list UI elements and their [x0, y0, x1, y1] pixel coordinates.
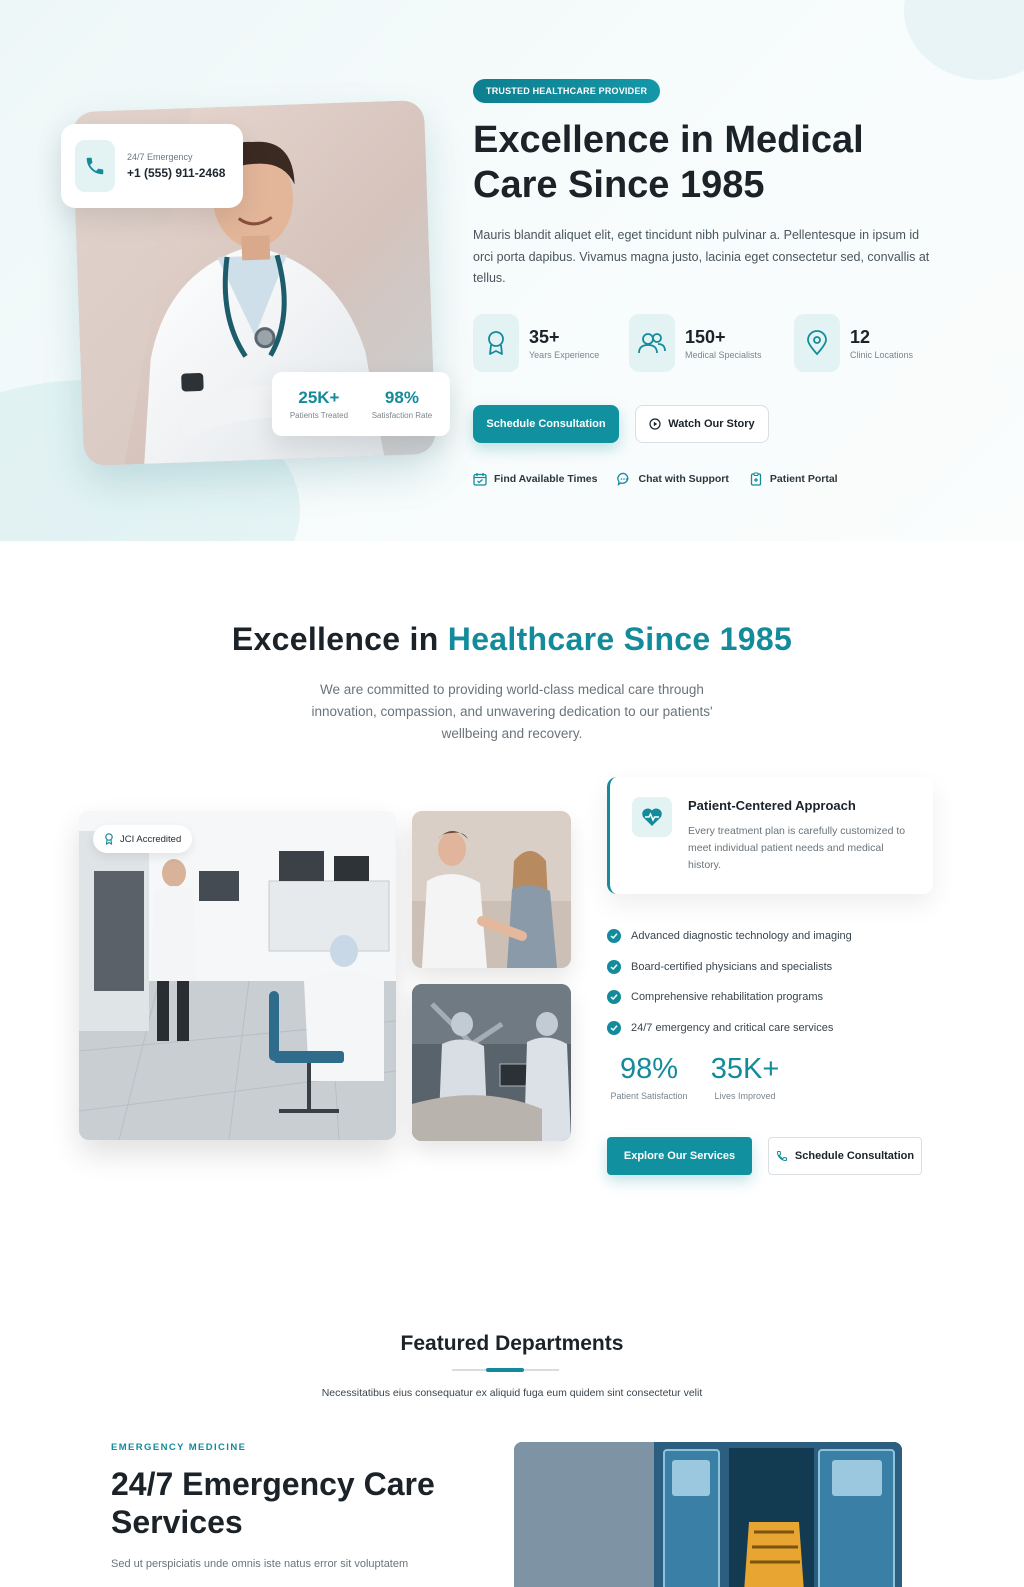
- stat-value: 98%: [619, 1053, 679, 1085]
- users-icon: [629, 314, 675, 372]
- stat-value: 12: [850, 326, 871, 347]
- list-item-label: Advanced diagnostic technology and imagi…: [631, 930, 852, 943]
- about-description: We are committed to providing world-clas…: [311, 682, 713, 741]
- check-icon: [607, 990, 621, 1005]
- award-icon: [105, 833, 113, 845]
- hero-stats-card: 25K+ Patients Treated 98% Satisfaction R…: [272, 372, 450, 436]
- link-label: Patient Portal: [769, 473, 838, 485]
- laboratory-photo: [79, 811, 396, 1140]
- play-circle-icon: [649, 418, 661, 430]
- heart-pulse-icon: [632, 797, 672, 837]
- stat-label: Clinic Locations: [850, 349, 914, 360]
- watch-our-story-button[interactable]: Watch Our Story: [635, 405, 769, 443]
- stat-value: 98%: [384, 388, 419, 407]
- feature-checklist: Advanced diagnostic technology and imagi…: [607, 921, 937, 1043]
- emergency-label: 24/7 Emergency: [127, 152, 193, 162]
- badge-label: JCI Accredited: [120, 833, 182, 845]
- stat-label: Patient Satisfaction: [610, 1091, 688, 1101]
- satisfaction-rate-stat: 98% Satisfaction Rate: [372, 388, 432, 420]
- emergency-phone-number[interactable]: +1 (555) 911-2468: [127, 166, 225, 180]
- stat-value: 25K+: [298, 388, 340, 407]
- ambulance-photo: [514, 1442, 902, 1587]
- jci-accredited-badge: JCI Accredited: [93, 825, 193, 853]
- lives-improved-stat: 35K+ Lives Improved: [708, 1053, 782, 1101]
- schedule-consultation-button-secondary[interactable]: Schedule Consultation: [768, 1137, 922, 1175]
- phone-icon: [75, 140, 115, 192]
- list-item: 24/7 emergency and critical care service…: [607, 1013, 937, 1044]
- stat-label: Medical Specialists: [685, 349, 762, 360]
- stat-label: Patients Treated: [289, 411, 349, 420]
- title-divider: [452, 1368, 559, 1372]
- about-section: Excellence in Healthcare Since 1985 We a…: [0, 541, 1024, 1241]
- clinic-locations-stat: 12 Clinic Locations: [794, 314, 913, 372]
- list-item-label: Comprehensive rehabilitation programs: [631, 991, 823, 1004]
- list-item: Advanced diagnostic technology and imagi…: [607, 921, 937, 952]
- hero-description: Mauris blandit aliquet elit, eget tincid…: [473, 228, 930, 285]
- about-title-start: Excellence in: [231, 621, 448, 657]
- schedule-consultation-button[interactable]: Schedule Consultation: [473, 405, 619, 443]
- list-item-label: Board-certified physicians and specialis…: [631, 960, 833, 973]
- patient-portal-link[interactable]: Patient Portal: [749, 470, 838, 488]
- card-title: Patient-Centered Approach: [688, 798, 856, 813]
- page: 24/7 Emergency +1 (555) 911-2468 25K+ Pa…: [0, 0, 1024, 1587]
- button-label: Schedule Consultation: [794, 1150, 915, 1162]
- list-item: Comprehensive rehabilitation programs: [607, 982, 937, 1013]
- stat-value: 35+: [529, 326, 560, 347]
- chat-icon: [617, 472, 629, 486]
- find-available-times-link[interactable]: Find Available Times: [473, 470, 597, 488]
- stat-label: Years Experience: [529, 349, 600, 360]
- link-label: Find Available Times: [494, 473, 598, 485]
- departments-description: Necessitatibus eius consequatur ex aliqu…: [321, 1387, 703, 1399]
- department-title: 24/7 Emergency Care Services: [111, 1466, 435, 1540]
- card-text: Every treatment plan is carefully custom…: [688, 825, 906, 871]
- check-icon: [607, 959, 621, 974]
- department-text: Sed ut perspiciatis unde omnis iste natu…: [111, 1558, 409, 1570]
- patients-treated-stat: 25K+ Patients Treated: [290, 388, 348, 420]
- chat-with-support-link[interactable]: Chat with Support: [617, 470, 729, 488]
- list-item-label: 24/7 emergency and critical care service…: [631, 1021, 834, 1034]
- phone-icon: [776, 1151, 787, 1162]
- stat-label: Satisfaction Rate: [371, 411, 433, 420]
- emergency-contact-card[interactable]: 24/7 Emergency +1 (555) 911-2468: [61, 124, 243, 208]
- hero-section: 24/7 Emergency +1 (555) 911-2468 25K+ Pa…: [0, 0, 1024, 541]
- check-icon: [607, 929, 621, 944]
- map-pin-icon: [794, 314, 840, 372]
- about-title-accent: Healthcare Since 1985: [447, 621, 793, 657]
- hero-title-line1: Excellence in Medical: [473, 119, 864, 161]
- departments-title: Featured Departments: [400, 1332, 624, 1355]
- explore-services-button[interactable]: Explore Our Services: [607, 1137, 752, 1175]
- medical-specialists-stat: 150+ Medical Specialists: [629, 314, 762, 372]
- quick-links: Find Available Times Chat with Support P…: [473, 470, 838, 488]
- button-label: Watch Our Story: [668, 418, 755, 430]
- stat-value: 35K+: [710, 1053, 780, 1085]
- surgery-room-photo: [412, 984, 571, 1141]
- patient-centered-card: Patient-Centered Approach Every treatmen…: [607, 777, 933, 894]
- award-icon: [473, 314, 519, 372]
- about-title: Excellence in Healthcare Since 1985: [0, 621, 1024, 658]
- check-icon: [607, 1020, 621, 1035]
- hero-stats-row: 35+ Years Experience 150+ Medical Specia…: [473, 314, 943, 374]
- doctor-consult-photo: [412, 811, 571, 968]
- stat-label: Lives Improved: [714, 1091, 776, 1101]
- years-experience-stat: 35+ Years Experience: [473, 314, 599, 372]
- list-item: Board-certified physicians and specialis…: [607, 952, 937, 983]
- clipboard-icon: [750, 472, 762, 486]
- hero-title-line2: Care Since 1985: [473, 164, 765, 206]
- hero-title: Excellence in Medical Care Since 1985: [473, 118, 953, 208]
- department-eyebrow: EMERGENCY MEDICINE: [111, 1442, 247, 1453]
- stat-value: 150+: [685, 326, 726, 347]
- calendar-icon: [473, 473, 487, 486]
- patient-satisfaction-stat: 98% Patient Satisfaction: [607, 1053, 691, 1101]
- link-label: Chat with Support: [638, 473, 729, 485]
- departments-section: Featured Departments Necessitatibus eius…: [0, 1241, 1024, 1587]
- trusted-provider-badge: TRUSTED HEALTHCARE PROVIDER: [473, 79, 661, 103]
